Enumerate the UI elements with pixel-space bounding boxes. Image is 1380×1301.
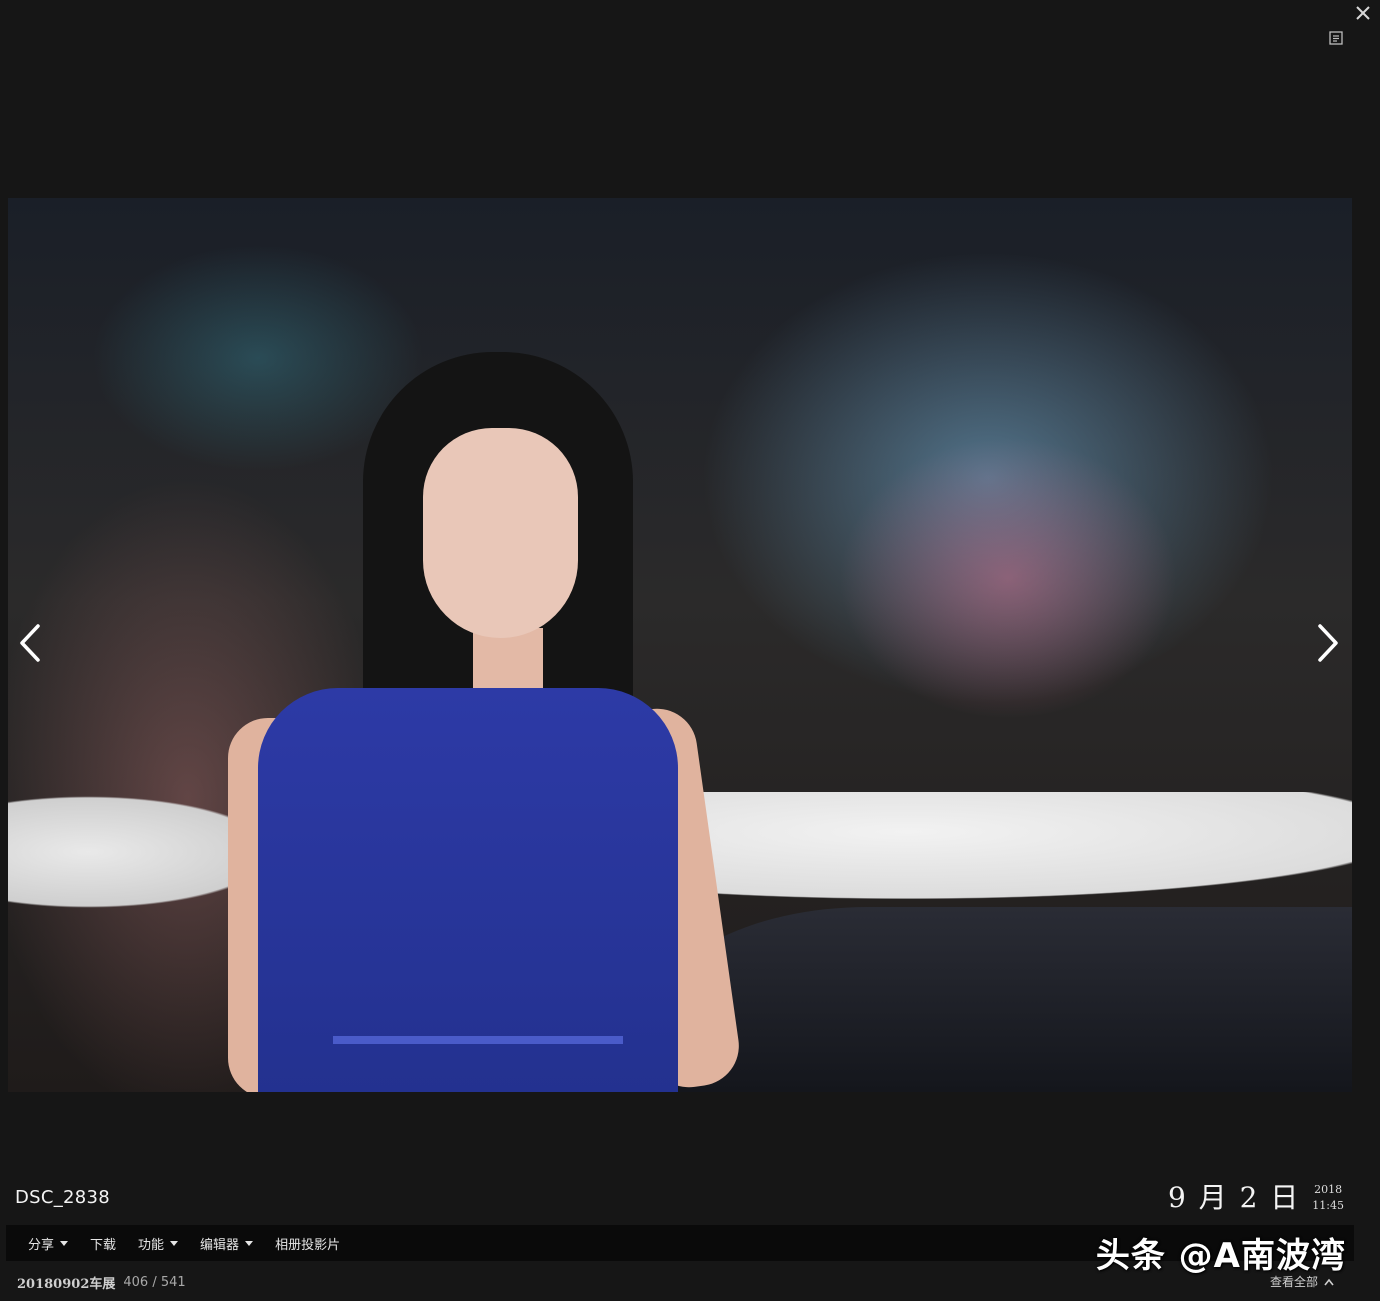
photo-date-time: 11:45 <box>1312 1199 1344 1212</box>
main-photo <box>8 198 1352 1092</box>
view-all-button[interactable]: 查看全部 <box>1270 1273 1334 1290</box>
photo-date: 9 月 2 日 2018 11:45 <box>1168 1180 1344 1216</box>
share-label: 分享 <box>28 1237 55 1253</box>
caret-down-icon <box>245 1240 254 1246</box>
album-name-link[interactable]: 20180902车展 <box>17 1273 115 1292</box>
download-label: 下载 <box>90 1237 117 1253</box>
photo-date-year: 2018 <box>1314 1183 1343 1196</box>
info-panel-button[interactable] <box>1328 30 1344 46</box>
info-panel-icon <box>1329 31 1343 45</box>
previous-photo-button[interactable] <box>12 620 52 666</box>
editor-label: 编辑器 <box>200 1237 240 1253</box>
editor-menu-button[interactable]: 编辑器 <box>200 1234 254 1253</box>
caret-down-icon <box>170 1240 179 1246</box>
chevron-right-icon <box>1318 624 1338 662</box>
close-icon <box>1356 6 1370 20</box>
chevron-up-icon <box>1324 1278 1334 1285</box>
photo-viewer: DSC_2838 9 月 2 日 2018 11:45 分享 下载 功能 编辑器… <box>0 0 1380 1301</box>
caret-down-icon <box>60 1240 69 1246</box>
share-menu-button[interactable]: 分享 <box>28 1234 69 1253</box>
photo-position: 406 / 541 <box>123 1275 186 1290</box>
functions-label: 功能 <box>138 1237 165 1253</box>
slideshow-label: 相册投影片 <box>275 1237 341 1253</box>
slideshow-button[interactable]: 相册投影片 <box>275 1234 340 1253</box>
album-info: 20180902车展 406 / 541 <box>17 1273 186 1292</box>
download-button[interactable]: 下载 <box>90 1234 116 1253</box>
watermark: 头条 @A南波湾 <box>1095 1236 1346 1276</box>
photo-date-detail: 2018 11:45 <box>1312 1182 1344 1214</box>
next-photo-button[interactable] <box>1306 620 1346 666</box>
photo-title: DSC_2838 <box>15 1187 111 1208</box>
chevron-left-icon <box>20 624 40 662</box>
photo-date-main: 9 月 2 日 <box>1167 1181 1301 1214</box>
close-button[interactable] <box>1352 2 1374 24</box>
photo-subject <box>228 348 928 1092</box>
functions-menu-button[interactable]: 功能 <box>138 1234 179 1253</box>
view-all-label: 查看全部 <box>1269 1275 1318 1289</box>
